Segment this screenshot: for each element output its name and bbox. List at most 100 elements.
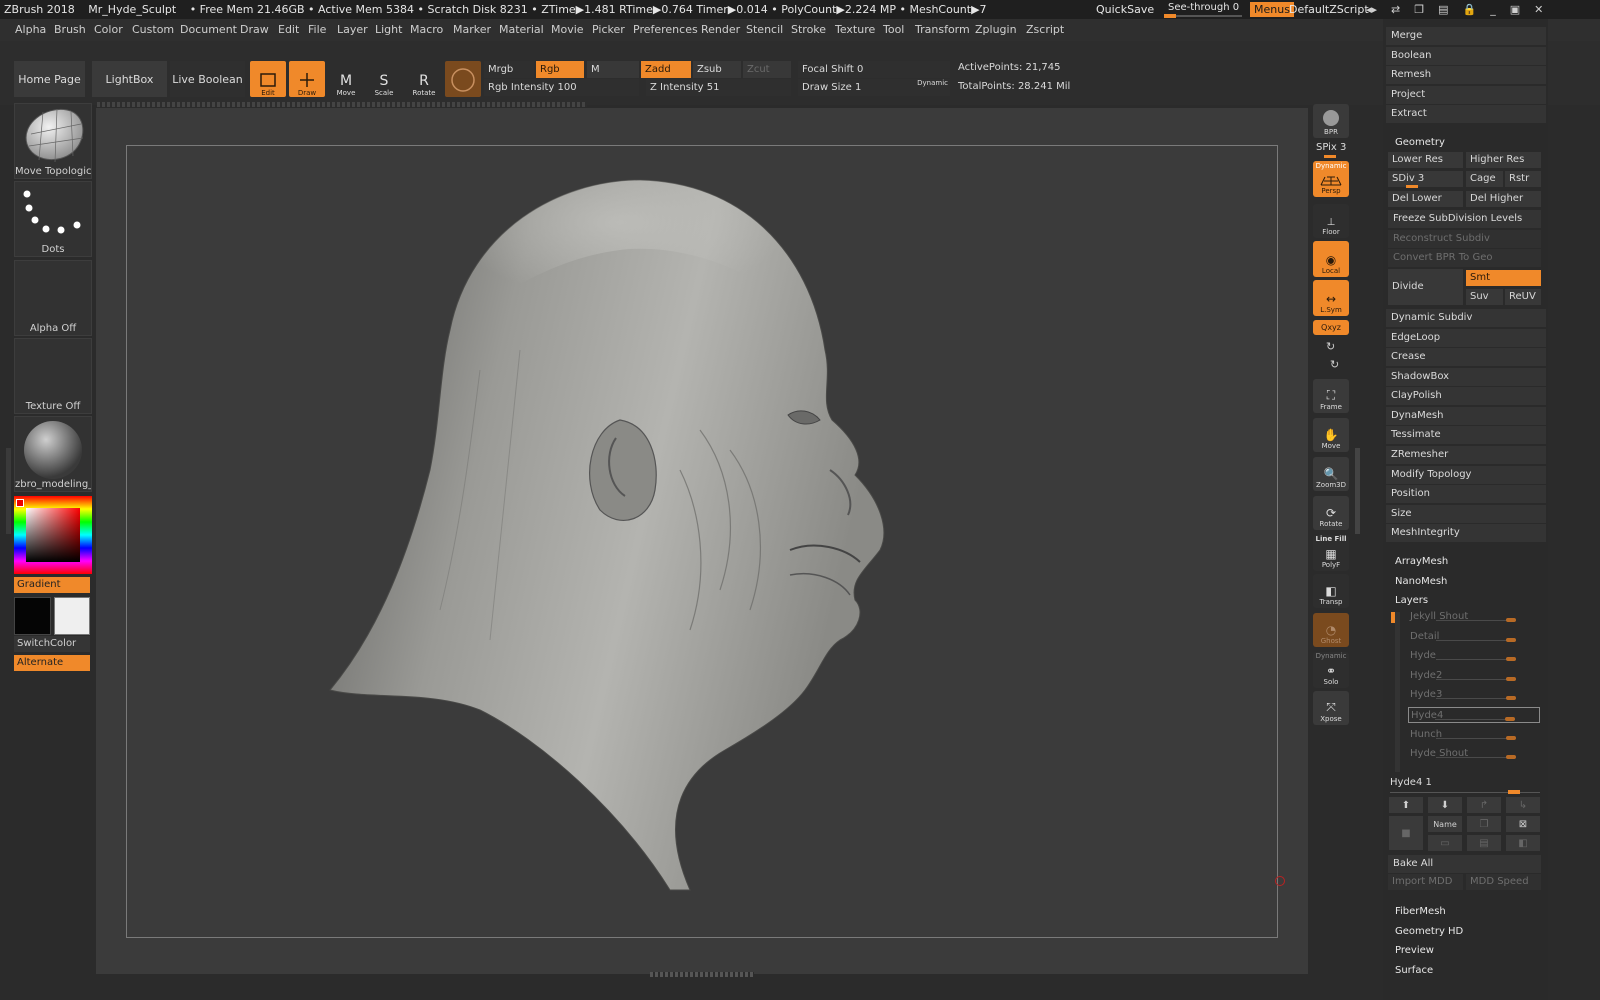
freeze-subdivision-button[interactable]: Freeze SubDivision Levels [1388, 210, 1541, 228]
zremesher-section[interactable]: ZRemesher [1386, 446, 1546, 464]
layout-icon[interactable]: ◂▸ [1366, 3, 1377, 16]
alternate-button[interactable]: Alternate [14, 655, 90, 671]
layer-merge-button[interactable]: ▤ [1467, 835, 1501, 851]
move-view-button[interactable]: ✋ Move [1313, 418, 1349, 452]
reuv-button[interactable]: ReUV [1505, 289, 1541, 305]
layer-hyde4-selected[interactable]: Hyde4 [1408, 707, 1540, 723]
left-shelf-scrollbar[interactable] [6, 448, 11, 534]
menu-tool[interactable]: Tool [883, 23, 904, 36]
fibermesh-header[interactable]: FiberMesh [1395, 906, 1446, 917]
menus-toggle[interactable]: Menus [1250, 2, 1294, 17]
del-higher-button[interactable]: Del Higher [1466, 191, 1541, 207]
move-mode-button[interactable]: M Move [328, 61, 364, 97]
layer-split-button[interactable]: ▭ [1428, 835, 1462, 851]
draw-mode-button[interactable]: Draw [289, 61, 325, 97]
restore-icon[interactable]: ▣ [1510, 3, 1520, 16]
convert-bpr-button[interactable]: Convert BPR To Geo [1388, 249, 1541, 267]
mrgb-button[interactable]: Mrgb [484, 61, 534, 78]
gradient-button[interactable]: Gradient [14, 577, 90, 593]
menu-alpha[interactable]: Alpha [15, 23, 46, 36]
rgb-intensity-slider[interactable]: Rgb Intensity 100 [484, 79, 639, 96]
surface-header[interactable]: Surface [1395, 965, 1433, 976]
extract-button[interactable]: Extract [1386, 105, 1546, 123]
lsym-button[interactable]: ↔ L.Sym [1313, 280, 1349, 316]
lightbox-button[interactable]: LightBox [92, 61, 167, 97]
head-sculpt-model[interactable] [320, 170, 900, 910]
transp-button[interactable]: ◧ Transp [1313, 574, 1349, 608]
live-boolean-button[interactable]: Live Boolean [170, 61, 245, 97]
menu-marker[interactable]: Marker [453, 23, 491, 36]
persp-button[interactable]: Dynamic Persp [1313, 161, 1349, 197]
menu-preferences[interactable]: Preferences [633, 23, 698, 36]
menu-zscript[interactable]: Zscript [1026, 23, 1064, 36]
solo-dynamic-label[interactable]: Dynamic [1316, 652, 1347, 660]
arraymesh-header[interactable]: ArrayMesh [1395, 556, 1448, 567]
layers-header[interactable]: Layers [1395, 595, 1428, 606]
merge-button[interactable]: Merge [1386, 27, 1546, 45]
minimize-icon[interactable]: _ [1490, 3, 1496, 16]
sdiv-slider[interactable]: SDiv 3 [1388, 171, 1463, 187]
rotate-y-icon[interactable]: ↻ [1326, 340, 1335, 353]
mdd-speed-slider[interactable]: MDD Speed [1466, 874, 1541, 890]
move-layer-up-button[interactable]: ⬆ [1389, 797, 1423, 813]
menu-render[interactable]: Render [701, 23, 740, 36]
edit-mode-button[interactable]: Edit [250, 61, 286, 97]
menu-custom[interactable]: Custom [132, 23, 174, 36]
dynamesh-section[interactable]: DynaMesh [1386, 407, 1546, 425]
draw-size-slider[interactable]: Draw Size 1 Dynamic [798, 79, 950, 96]
claypolish-section[interactable]: ClayPolish [1386, 387, 1546, 405]
scale-mode-button[interactable]: S Scale [366, 61, 402, 97]
stroke-thumbnail[interactable]: Dots [14, 181, 92, 257]
crease-section[interactable]: Crease [1386, 348, 1546, 366]
suv-toggle[interactable]: Suv [1466, 289, 1503, 305]
menu-transform[interactable]: Transform [915, 23, 970, 36]
menu-draw[interactable]: Draw [240, 23, 269, 36]
zsub-button[interactable]: Zsub [693, 61, 741, 78]
layer-hyde2[interactable]: Hyde2 [1408, 668, 1540, 684]
layer-hyde-shout[interactable]: Hyde Shout [1408, 746, 1540, 762]
menu-zplugin[interactable]: Zplugin [975, 23, 1017, 36]
see-through-slider[interactable]: See-through 0 [1164, 1, 1242, 18]
polyf-button[interactable]: Line Fill ▦ PolyF [1313, 535, 1349, 571]
layer-detail[interactable]: Detail [1408, 629, 1540, 645]
rstr-button[interactable]: Rstr [1505, 171, 1541, 187]
modify-topology-section[interactable]: Modify Topology [1386, 466, 1546, 484]
menu-material[interactable]: Material [499, 23, 544, 36]
layer-jekyll-shout[interactable]: Jekyll Shout [1408, 609, 1540, 625]
move-layer-down-button[interactable]: ⬇ [1428, 797, 1462, 813]
default-zscript[interactable]: DefaultZScript [1289, 3, 1369, 16]
layer-name-button[interactable]: Name [1428, 816, 1462, 832]
home-page-button[interactable]: Home Page [14, 61, 85, 97]
menu-picker[interactable]: Picker [592, 23, 625, 36]
lower-res-button[interactable]: Lower Res [1388, 152, 1463, 168]
ghost-button[interactable]: ◔ Ghost [1313, 613, 1349, 647]
lock-icon[interactable]: 🔒 [1463, 3, 1477, 16]
rgb-button[interactable]: Rgb [536, 61, 584, 78]
divide-button[interactable]: Divide [1388, 269, 1463, 305]
right-shelf-scrollbar[interactable] [1355, 448, 1360, 534]
xyz-button[interactable]: Qxyz [1313, 320, 1349, 335]
material-swatch-button[interactable] [445, 61, 481, 97]
position-section[interactable]: Position [1386, 485, 1546, 503]
nanomesh-header[interactable]: NanoMesh [1395, 576, 1447, 587]
color-picker[interactable] [14, 496, 92, 574]
boolean-button[interactable]: Boolean [1386, 47, 1546, 65]
layer-hunch[interactable]: Hunch [1408, 727, 1540, 743]
layer-export-button[interactable]: ↳ [1506, 797, 1540, 813]
material-thumbnail[interactable]: zbro_modeling_c [14, 416, 92, 492]
menu-edit[interactable]: Edit [278, 23, 299, 36]
layer-delete-button[interactable]: ⊠ [1506, 816, 1540, 832]
rotate-mode-button[interactable]: R Rotate [406, 61, 442, 97]
top-shelf-scroll[interactable] [97, 102, 587, 107]
tessimate-section[interactable]: Tessimate [1386, 426, 1546, 444]
layer-strength-slider[interactable]: Hyde4 1 [1390, 777, 1432, 788]
smt-toggle[interactable]: Smt [1466, 270, 1541, 286]
layers-scrollbar[interactable] [1395, 612, 1400, 772]
remesh-button[interactable]: Remesh [1386, 66, 1546, 84]
bake-all-button[interactable]: Bake All [1388, 855, 1541, 873]
persp-dynamic-label[interactable]: Dynamic [1316, 162, 1347, 170]
import-mdd-button[interactable]: Import MDD [1388, 874, 1463, 890]
swap-icon[interactable]: ⇄ [1391, 3, 1400, 16]
menu-file[interactable]: File [308, 23, 326, 36]
local-button[interactable]: ◉ Local [1313, 241, 1349, 277]
